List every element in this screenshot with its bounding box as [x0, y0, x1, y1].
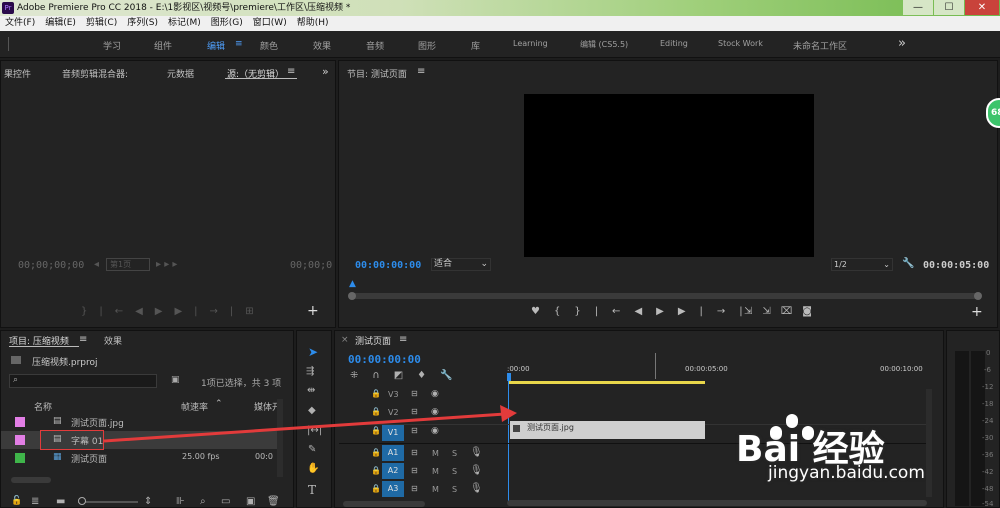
annotation-arrow-line: [103, 412, 506, 443]
baidu-watermark-url: jingyan.baidu.com: [768, 463, 925, 483]
annotation-arrow-head: [500, 405, 517, 422]
